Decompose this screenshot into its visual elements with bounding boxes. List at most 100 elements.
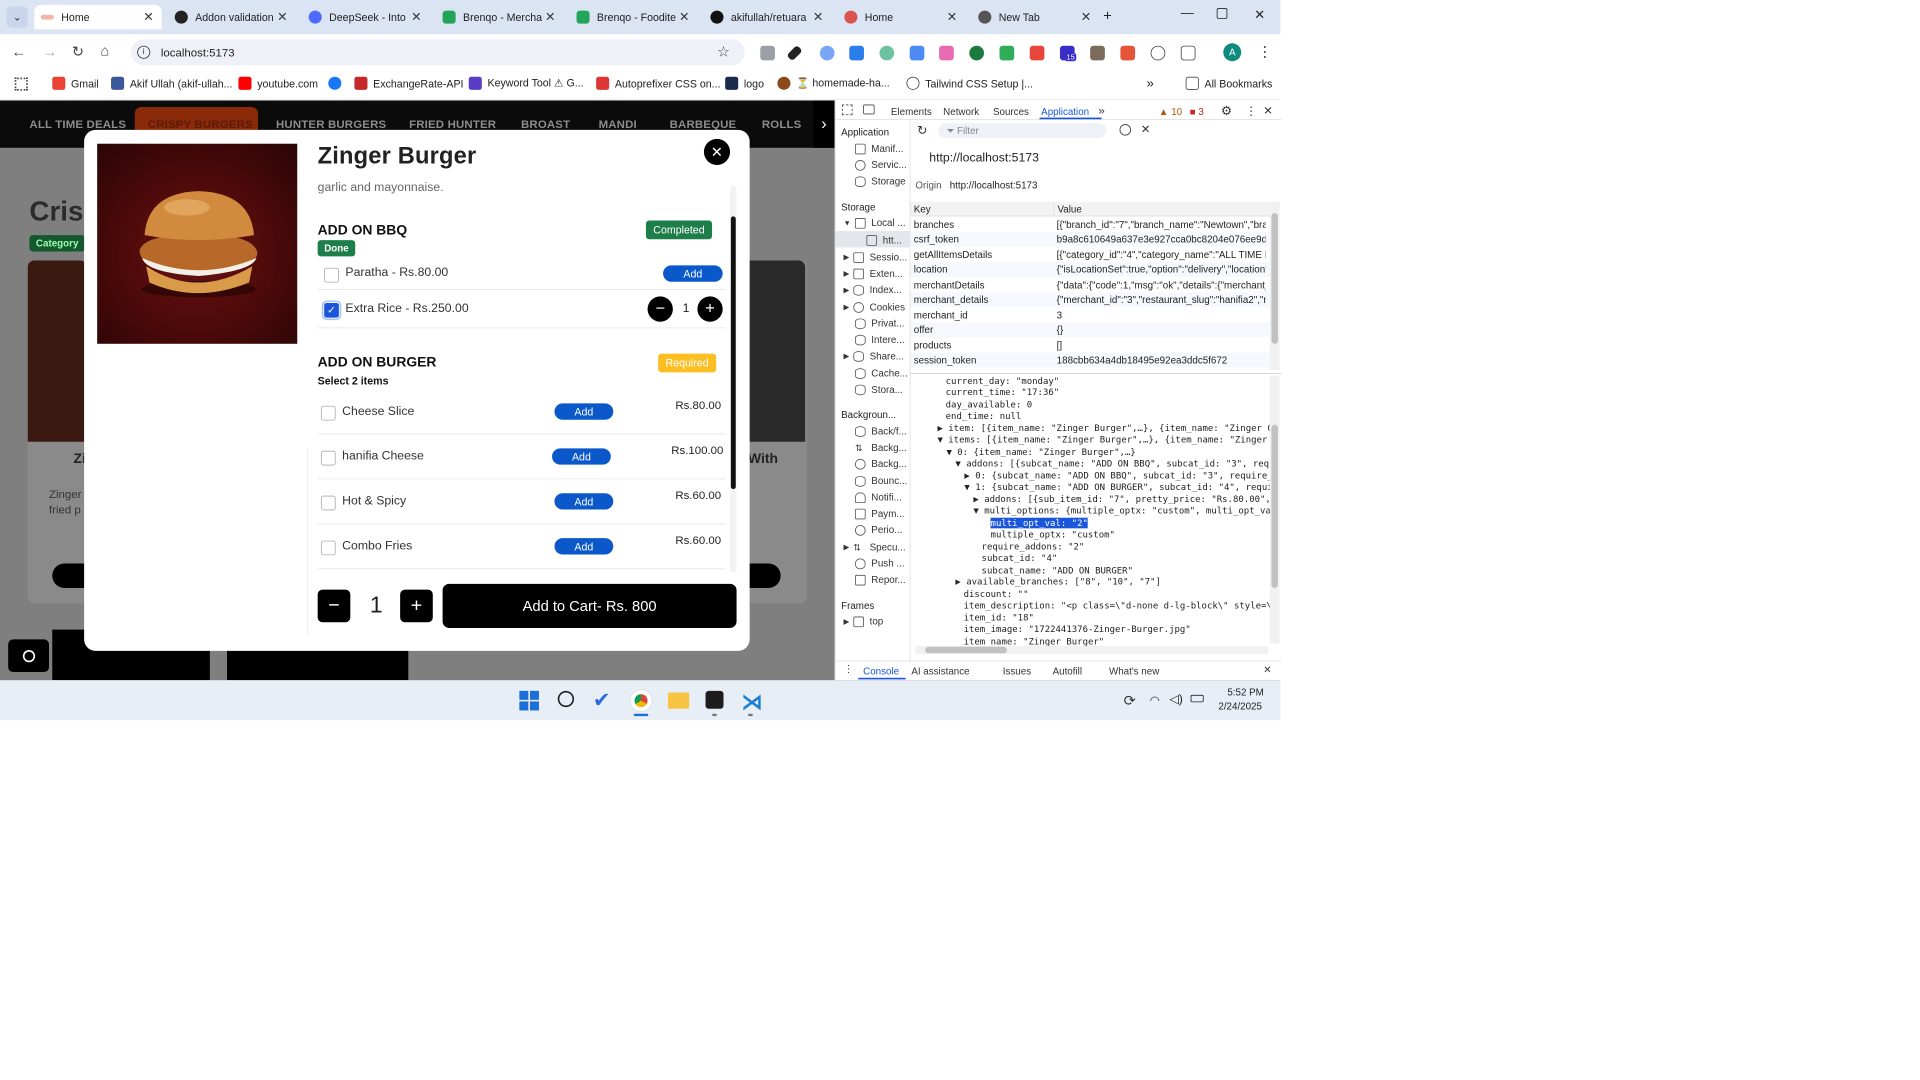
apps-grid-icon[interactable]	[14, 77, 28, 91]
preview-hscroll-thumb[interactable]	[925, 646, 1007, 654]
taskbar-time[interactable]: 5:52 PM	[1227, 687, 1264, 698]
extension-icon-2[interactable]	[849, 45, 864, 61]
add-button-cheese-slice[interactable]: Add	[554, 403, 614, 420]
tab-deepseek[interactable]: DeepSeek - Into ✕	[302, 5, 429, 29]
drawer-tab-console[interactable]: Console	[863, 666, 899, 677]
storage-refresh-icon[interactable]: ↻	[917, 123, 927, 138]
clear-all-icon[interactable]	[1119, 124, 1131, 136]
preview-scrollbar-thumb[interactable]	[1271, 424, 1278, 588]
preview-line[interactable]: ▼ 0: {item_name: "Zinger Burger",…}	[946, 447, 1135, 458]
preview-line[interactable]: ▼ addons: [{subcat_name: "ADD ON BBQ", s…	[955, 458, 1269, 469]
reload-icon[interactable]: ↻	[72, 43, 84, 60]
bookmark-tailwind[interactable]: Tailwind CSS Setup |...	[906, 76, 1033, 90]
decrement-extra-rice-button[interactable]: −	[647, 296, 673, 322]
table-scrollbar-thumb[interactable]	[1271, 213, 1278, 344]
sync-tray-icon[interactable]: ⟳	[1124, 692, 1136, 709]
more-tabs-icon[interactable]: »	[1098, 104, 1104, 117]
taskbar-date[interactable]: 2/24/2025	[1218, 701, 1262, 712]
category-mandi[interactable]: MANDI	[599, 118, 637, 131]
sidebar-item-back-forward-cache[interactable]: Back/f...	[854, 425, 907, 437]
devtools-tab-application[interactable]: Application	[1041, 106, 1089, 117]
address-bar[interactable]: localhost:5173	[130, 39, 745, 66]
column-header-key[interactable]: Key	[911, 203, 1054, 214]
sidebar-item-interest-groups[interactable]: Intere...	[854, 334, 905, 345]
table-row[interactable]: products[]	[911, 338, 1270, 353]
sidebar-item-localhost[interactable]: htt...	[866, 234, 902, 246]
increment-extra-rice-button[interactable]: +	[697, 296, 723, 322]
inspect-icon[interactable]	[841, 104, 853, 116]
close-window-icon[interactable]: ✕	[1254, 7, 1265, 23]
close-tab-icon[interactable]: ✕	[411, 10, 421, 25]
bookmark-akif[interactable]: Akif Ullah (akif-ullah...	[111, 76, 233, 90]
sidebar-item-manifest[interactable]: Manif...	[854, 143, 903, 154]
tab-home[interactable]: Home ✕	[34, 4, 162, 30]
taskbar-chrome-icon[interactable]	[629, 689, 653, 713]
options-scrollbar-track[interactable]	[730, 185, 737, 573]
tab-search-button[interactable]: ⌄	[6, 6, 28, 28]
table-row[interactable]: location {"isLocationSet":true,"option":"…	[910, 262, 1270, 277]
extension-icon-3[interactable]	[879, 45, 895, 61]
table-row[interactable]: branches [{"branch_id":"7","branch_name":…	[911, 217, 1270, 232]
shield-extension-icon[interactable]	[999, 45, 1015, 61]
bookmark-youtube[interactable]: youtube.com	[238, 76, 318, 90]
extensions-puzzle-icon[interactable]	[1180, 45, 1196, 61]
add-button-paratha[interactable]: Add	[663, 265, 723, 282]
sidebar-item-speculative-loads[interactable]: ▶ ⇅ Specu...	[844, 541, 906, 552]
quantity-decrement-button[interactable]: −	[317, 589, 351, 623]
sidebar-item-push-messaging[interactable]: Push ...	[854, 558, 905, 569]
close-tab-icon[interactable]: ✕	[143, 10, 153, 25]
extension-icon-1[interactable]	[819, 45, 835, 61]
taskbar-todo-icon[interactable]: ✔	[593, 688, 611, 713]
bookmark-autoprefixer[interactable]: Autoprefixer CSS on...	[596, 76, 721, 90]
close-tab-icon[interactable]: ✕	[679, 10, 689, 25]
chrome-menu-icon[interactable]: ⋮	[1258, 43, 1273, 60]
tab-brenqo-merchant[interactable]: Brenqo - Mercha ✕	[436, 5, 563, 29]
sidebar-item-background-fetch[interactable]: ⇅ Backg...	[855, 442, 907, 453]
tab-new-tab[interactable]: New Tab ✕	[972, 5, 1099, 29]
forward-icon[interactable]: →	[42, 43, 57, 60]
bookmark-gmail[interactable]: Gmail	[52, 76, 99, 90]
storage-filter-input[interactable]: ⏷ Filter	[938, 123, 1107, 139]
sidebar-item-storage-buckets[interactable]: Stora...	[854, 384, 903, 395]
preview-horizontal-scrollbar[interactable]	[915, 645, 1269, 655]
close-tab-icon[interactable]: ✕	[813, 10, 823, 25]
preview-vertical-scrollbar[interactable]	[1269, 375, 1280, 644]
windows-start-icon[interactable]	[519, 690, 539, 711]
checkbox-combo-fries[interactable]	[320, 540, 336, 556]
site-info-icon[interactable]: i	[137, 45, 151, 59]
volume-icon[interactable]: ◁)	[1169, 692, 1182, 706]
tab-brenqo-foodite[interactable]: Brenqo - Foodite ✕	[570, 5, 697, 29]
battery-icon[interactable]	[1190, 694, 1204, 703]
category-hunter-burgers[interactable]: HUNTER BURGERS	[276, 118, 386, 131]
warning-count[interactable]: ▲ 10	[1159, 106, 1182, 117]
table-row[interactable]: merchantDetails {"data":{"code":1,"msg":"…	[911, 278, 1270, 293]
taskbar-search-icon[interactable]	[557, 690, 575, 708]
drawer-tab-whats-new[interactable]: What's new	[1109, 666, 1159, 677]
preview-line[interactable]: ▶ available_branches: ["8", "10", "7"]	[955, 577, 1161, 588]
sidebar-item-periodic-sync[interactable]: Perio...	[854, 524, 902, 536]
table-row[interactable]: merchant_id 3	[911, 308, 1270, 323]
sidebar-item-cache-storage[interactable]: Cache...	[854, 367, 908, 379]
preview-line[interactable]: ▼ items: [{item_name: "Zinger Burger",…}…	[937, 434, 1269, 445]
bookmark-star-icon[interactable]: ☆	[717, 43, 730, 60]
table-row[interactable]: getAllItemsDetails [{"category_id":"4","c…	[911, 247, 1270, 262]
checkbox-extra-rice[interactable]: ✓	[321, 300, 342, 321]
minimize-icon[interactable]: —	[1181, 7, 1194, 22]
preview-line-highlighted[interactable]: multi_opt_val: "2"	[990, 517, 1088, 529]
back-icon[interactable]: ←	[11, 43, 26, 60]
preview-line[interactable]: ▼ 1: {subcat_name: "ADD ON BURGER", subc…	[964, 482, 1269, 493]
extension-icon-9[interactable]	[1090, 45, 1105, 61]
close-tab-icon[interactable]: ✕	[947, 10, 957, 25]
taskbar-file-explorer-icon[interactable]	[667, 692, 690, 709]
devtools-tab-network[interactable]: Network	[943, 106, 979, 117]
preview-line[interactable]: ▼ multi_options: {multiple_optx: "custom…	[973, 505, 1269, 516]
add-button-hanifia-cheese[interactable]: Add	[552, 448, 611, 465]
drawer-tab-autofill[interactable]: Autofill	[1053, 666, 1082, 677]
devtools-tab-elements[interactable]: Elements	[891, 106, 932, 117]
drawer-menu-icon[interactable]: ⋮	[844, 663, 854, 674]
sidebar-item-session-storage[interactable]: ▶ Sessio...	[844, 252, 908, 263]
bookmark-homemade[interactable]: ⏳ homemade-ha...	[777, 76, 890, 90]
tab-github[interactable]: akifullah/retuara ✕	[704, 5, 831, 29]
close-modal-button[interactable]: ✕	[703, 138, 731, 165]
close-tab-icon[interactable]: ✕	[277, 10, 287, 25]
